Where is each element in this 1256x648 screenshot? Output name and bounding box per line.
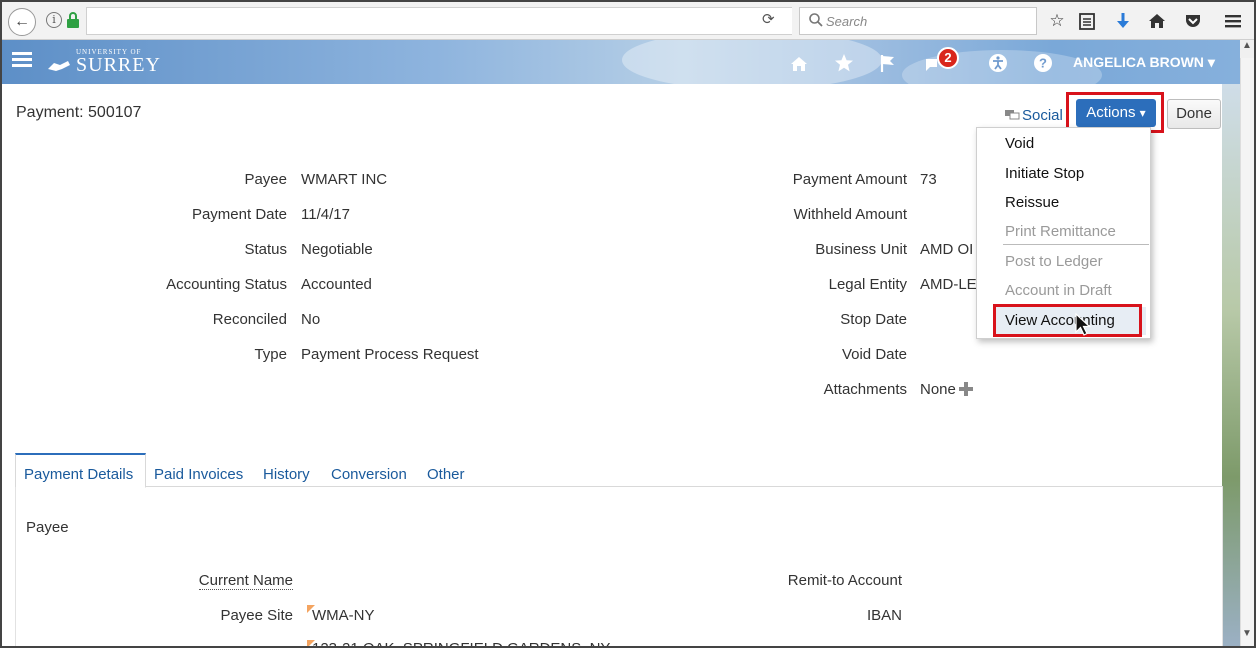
menu-item-reissue[interactable]: Reissue (1005, 194, 1059, 211)
social-link[interactable]: Social (1004, 107, 1063, 124)
flag-icon[interactable] (877, 52, 899, 74)
field-label: Accounting Status (166, 276, 287, 293)
home-icon[interactable] (788, 53, 810, 75)
field-label: Withheld Amount (793, 206, 907, 223)
user-name: ANGELICA BROWN (1073, 54, 1204, 70)
page-title: Payment: 500107 (16, 104, 142, 121)
field-label: Payment Amount (792, 171, 907, 188)
field-label: Type (254, 346, 287, 363)
field-value-text: None (920, 381, 956, 398)
menu-item-post-to-ledger: Post to Ledger (1005, 253, 1103, 270)
field-value: 11/4/17 (301, 206, 350, 223)
hamburger-icon[interactable] (12, 52, 32, 68)
tab-history[interactable]: History (263, 466, 310, 483)
logo-big-text: SURREY (76, 54, 161, 76)
field-label: Void Date (841, 346, 907, 363)
remit-to-account-label: Remit-to Account (787, 572, 902, 589)
reload-icon[interactable]: ⟳ (762, 10, 775, 28)
mouse-pointer-icon (1075, 312, 1092, 336)
reader-icon[interactable] (1076, 10, 1098, 32)
current-name-label: Current Name (100, 572, 293, 590)
field-label: Business Unit (815, 241, 907, 258)
user-menu[interactable]: ANGELICA BROWN ▾ (1073, 54, 1215, 71)
current-name-label-text: Current Name (198, 572, 293, 590)
field-label: Attachments (823, 381, 907, 398)
social-icon (1005, 110, 1020, 120)
field-value-text: AMD-LE (920, 276, 977, 293)
attachments-value: None (920, 381, 973, 398)
university-logo[interactable]: UNIVERSITY OF SURREY (46, 48, 161, 77)
field-value: Payment Process Request (301, 346, 479, 363)
field-label: Status (244, 241, 287, 258)
search-placeholder: Search (826, 14, 868, 29)
field-label: Payment Date (191, 206, 287, 223)
menu-separator (1003, 244, 1149, 245)
page-scrollbar[interactable] (1240, 58, 1254, 648)
menu-icon[interactable] (1222, 10, 1244, 32)
iban-label: IBAN (866, 607, 902, 624)
scroll-up-arrow-icon[interactable]: ▲ (1240, 40, 1254, 58)
field-label: Legal Entity (828, 276, 907, 293)
tab-payment-details[interactable]: Payment Details (24, 466, 133, 483)
back-arrow-icon[interactable]: ← (8, 8, 36, 36)
payee-site-label: Payee Site (220, 607, 293, 624)
done-label: Done (1176, 105, 1212, 122)
field-value-text: 73 (920, 171, 937, 188)
social-label: Social (1022, 107, 1063, 124)
pocket-icon[interactable] (1182, 10, 1204, 32)
user-chevron-icon: ▾ (1207, 54, 1215, 70)
search-icon (809, 13, 823, 27)
browser-toolbar: ← i ⟳ Search ☆ (0, 0, 1256, 40)
home-icon[interactable] (1146, 10, 1168, 32)
help-icon[interactable]: ? (1032, 52, 1054, 74)
menu-item-print-remittance: Print Remittance (1005, 223, 1116, 240)
menu-item-initiate-stop[interactable]: Initiate Stop (1005, 165, 1084, 182)
field-label: Reconciled (212, 311, 287, 328)
lock-icon (67, 12, 79, 28)
payee-address-value: 123-21 OAK, SPRINGFIELD GARDENS, NY (312, 640, 610, 648)
download-icon[interactable] (1112, 10, 1134, 32)
field-value: WMART INC (301, 171, 388, 188)
menu-item-void[interactable]: Void (1005, 135, 1034, 152)
field-value: Negotiable (301, 241, 373, 258)
field-value: AMD OI (920, 241, 973, 258)
field-label: Stop Date (840, 311, 907, 328)
field-value-text: AMD OI (920, 241, 974, 258)
scroll-down-arrow-icon[interactable]: ▼ (1240, 628, 1254, 644)
field-value: Accounted (301, 276, 372, 293)
payee-site-value[interactable]: WMA-NY (312, 607, 375, 624)
view-accounting-highlight-box (993, 304, 1142, 337)
field-value: No (301, 311, 321, 328)
background-image-strip (1222, 84, 1240, 646)
stag-crest-icon (48, 61, 70, 71)
field-value: 73 (920, 171, 937, 188)
app-header: UNIVERSITY OF SURREY (2, 40, 1240, 84)
svg-text:?: ? (1039, 56, 1047, 71)
accessibility-icon[interactable] (987, 52, 1009, 74)
add-attachment-plus-icon[interactable] (958, 382, 973, 396)
notification-badge[interactable]: 2 (937, 47, 959, 69)
favorites-star-icon[interactable] (833, 52, 855, 74)
field-label: Payee (244, 171, 287, 188)
url-bar[interactable] (86, 7, 792, 35)
field-value: AMD-LE (920, 276, 977, 293)
menu-item-account-in-draft: Account in Draft (1005, 282, 1112, 299)
tab-conversion[interactable]: Conversion (331, 466, 407, 483)
tab-other[interactable]: Other (427, 466, 465, 483)
done-button[interactable]: Done (1167, 99, 1221, 129)
info-icon[interactable]: i (46, 12, 62, 28)
star-icon[interactable]: ☆ (1046, 10, 1068, 32)
tab-paid-invoices[interactable]: Paid Invoices (154, 466, 243, 483)
payee-section-title: Payee (26, 519, 69, 536)
